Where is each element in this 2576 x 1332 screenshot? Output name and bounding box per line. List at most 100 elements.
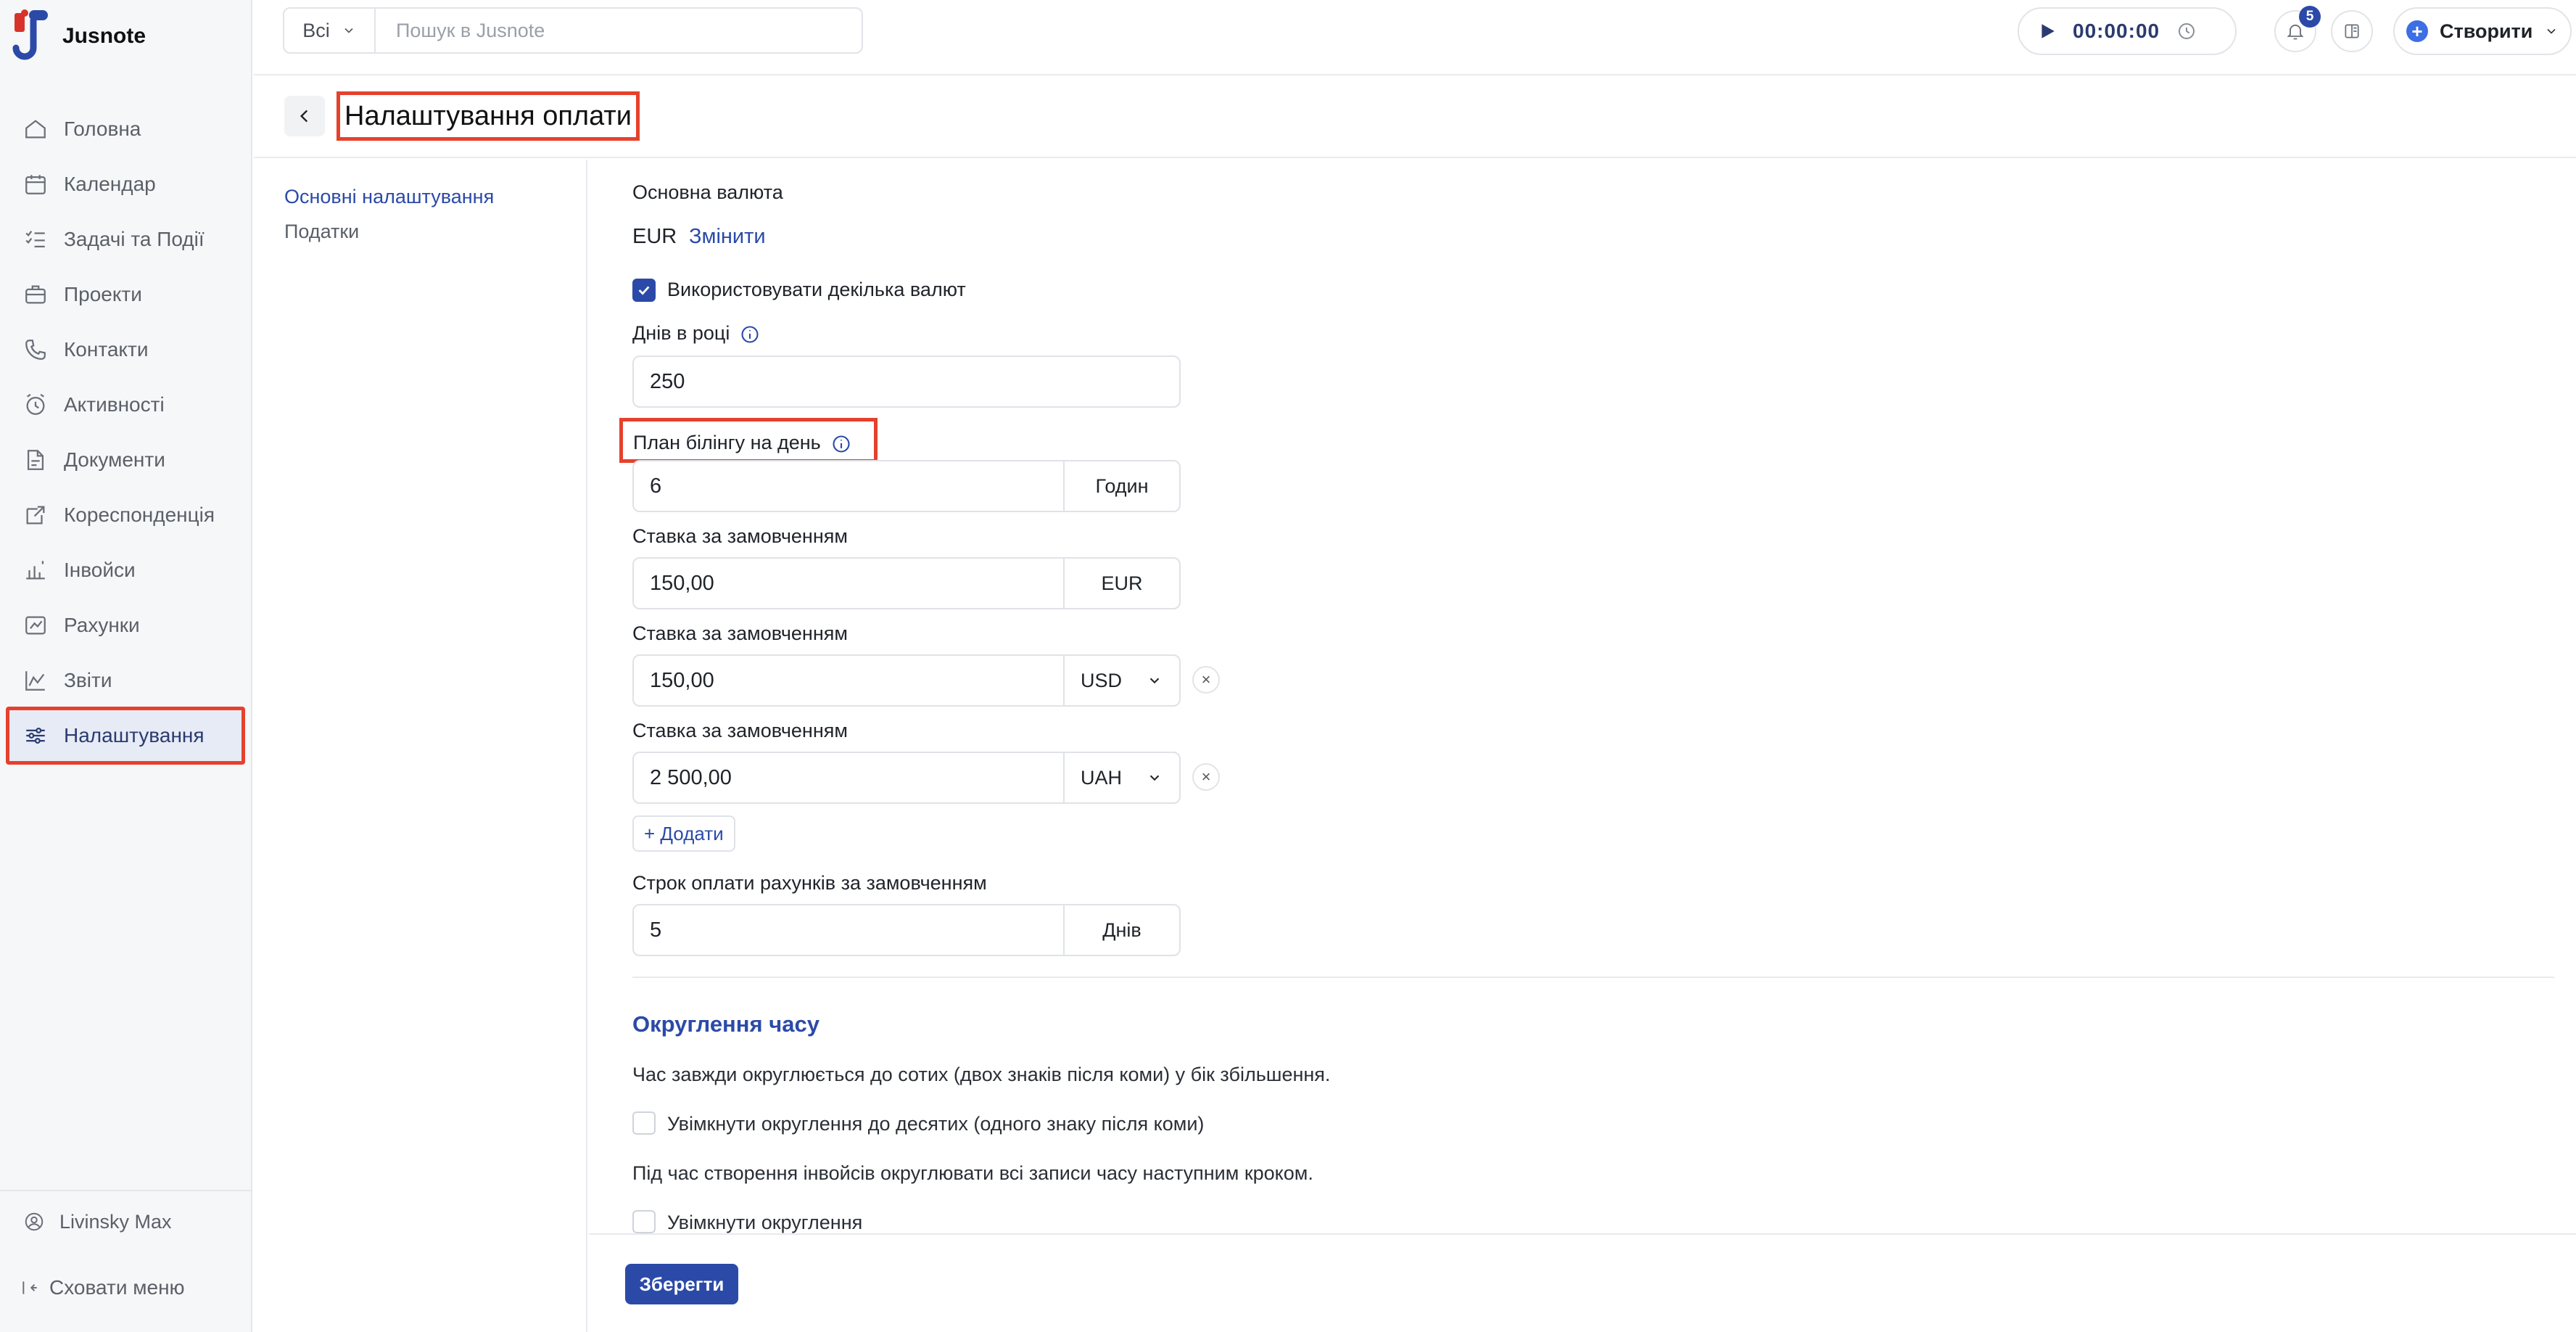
reports-icon bbox=[25, 671, 45, 691]
plus-icon: + bbox=[2406, 20, 2428, 42]
rounding-tenths-label: Увімкнути округлення до десятих (одного … bbox=[667, 1113, 1205, 1135]
rounding-description: Час завжди округлюється до сотих (двох з… bbox=[632, 1064, 1331, 1085]
sliders-icon bbox=[26, 727, 45, 744]
search-bar: Всі bbox=[283, 7, 863, 54]
sidebar-item-label: Документи bbox=[64, 448, 165, 471]
sidebar-item-projects[interactable]: Проекти bbox=[7, 267, 244, 322]
rate-currency: EUR bbox=[1063, 559, 1179, 608]
change-currency-link[interactable]: Змінити bbox=[689, 225, 766, 249]
brand[interactable]: Jusnote bbox=[12, 7, 146, 65]
sidebar-item-invoices[interactable]: Інвойси bbox=[7, 543, 244, 598]
remove-rate-button[interactable]: × bbox=[1192, 763, 1220, 791]
payment-due-unit: Днів bbox=[1063, 905, 1179, 955]
sidebar-item-documents[interactable]: Документи bbox=[7, 432, 244, 488]
sidebar-item-label: Кореспонденція bbox=[64, 503, 215, 526]
days-in-year-value: 250 bbox=[650, 369, 685, 393]
sidebar-item-contacts[interactable]: Контакти bbox=[7, 322, 244, 377]
sidebar-item-activities[interactable]: Активності bbox=[7, 377, 244, 432]
chevron-down-icon bbox=[1149, 678, 1160, 684]
sidebar-item-tasks[interactable]: Задачі та Події bbox=[7, 212, 244, 267]
chevron-down-icon bbox=[2547, 28, 2556, 34]
section-divider bbox=[632, 977, 2554, 978]
sidebar-item-reports[interactable]: Звіти bbox=[7, 653, 244, 708]
save-button[interactable]: Зберегти bbox=[625, 1264, 738, 1304]
subnav-item-taxes[interactable]: Податки bbox=[284, 221, 359, 243]
sidebar-item-correspondence[interactable]: Кореспонденція bbox=[7, 488, 244, 543]
default-rate-label: Ставка за замовченням bbox=[632, 622, 848, 644]
multi-currency-label: Використовувати декілька валют bbox=[667, 279, 966, 300]
sidebar-item-label: Активності bbox=[64, 393, 165, 416]
billing-plan-unit: Годин bbox=[1063, 461, 1179, 511]
rate-currency-select[interactable]: UAH bbox=[1063, 753, 1179, 802]
payment-settings-form: Основна валюта EUR Змінити Використовува… bbox=[589, 160, 2576, 1233]
sidebar-item-label: Календар bbox=[64, 173, 156, 195]
calendar-icon bbox=[25, 175, 46, 194]
user-icon bbox=[25, 1212, 44, 1231]
sidebar-item-label: Головна bbox=[64, 118, 141, 140]
default-rate-input-eur[interactable]: 150,00 EUR bbox=[632, 557, 1181, 609]
hide-menu-label: Сховати меню bbox=[49, 1276, 185, 1299]
create-button[interactable]: + Створити bbox=[2393, 7, 2572, 55]
enable-rounding-checkbox[interactable] bbox=[632, 1210, 656, 1233]
days-in-year-input[interactable]: 250 bbox=[632, 355, 1181, 408]
panel-icon bbox=[2345, 24, 2359, 38]
timer-display: 00:00:00 bbox=[2073, 20, 2160, 42]
close-icon: × bbox=[1201, 670, 1211, 688]
rate-value: 2 500,00 bbox=[650, 765, 732, 789]
form-footer: Зберегти bbox=[589, 1233, 2576, 1332]
user-profile[interactable]: Livinsky Max bbox=[0, 1190, 251, 1252]
history-icon[interactable] bbox=[2176, 20, 2197, 42]
sidebar-item-accounts[interactable]: Рахунки bbox=[7, 598, 244, 653]
sidebar: Jusnote Головна Календар Задачі та Події… bbox=[0, 0, 252, 1332]
sidebar-item-home[interactable]: Головна bbox=[7, 102, 244, 157]
play-icon[interactable] bbox=[2038, 21, 2057, 41]
remove-rate-button[interactable]: × bbox=[1192, 666, 1220, 694]
enable-rounding-label: Увімкнути округлення bbox=[667, 1212, 863, 1233]
search-input[interactable] bbox=[376, 9, 862, 52]
payment-due-input[interactable]: 5 Днів bbox=[632, 904, 1181, 956]
billing-plan-text: План білінгу на день bbox=[633, 432, 821, 453]
panel-toggle-button[interactable] bbox=[2331, 10, 2373, 52]
rate-currency: USD bbox=[1081, 669, 1123, 691]
base-currency-label: Основна валюта bbox=[632, 181, 783, 203]
collapse-icon bbox=[22, 1281, 37, 1294]
search-scope-select[interactable]: Всі bbox=[284, 9, 376, 52]
tasks-icon bbox=[25, 230, 45, 248]
payment-due-label: Строк оплати рахунків за замовченням bbox=[632, 872, 987, 894]
sidebar-item-label: Задачі та Події bbox=[64, 228, 205, 250]
briefcase-icon bbox=[25, 285, 46, 304]
info-icon[interactable] bbox=[831, 434, 851, 454]
check-icon bbox=[638, 286, 650, 295]
chevron-down-icon bbox=[344, 28, 353, 33]
default-rate-input-usd[interactable]: 150,00 USD bbox=[632, 654, 1181, 707]
topbar: Всі 00:00:00 5 + Створити bbox=[254, 0, 2576, 75]
sidebar-item-label: Проекти bbox=[64, 283, 142, 305]
subnav-item-general[interactable]: Основні налаштування bbox=[284, 186, 494, 208]
info-icon[interactable] bbox=[740, 324, 760, 345]
hide-menu-button[interactable]: Сховати меню bbox=[0, 1262, 251, 1313]
back-button[interactable] bbox=[284, 96, 325, 136]
rounding-tenths-checkbox[interactable] bbox=[632, 1111, 656, 1135]
sidebar-item-settings[interactable]: Налаштування bbox=[6, 707, 245, 765]
default-rate-input-uah[interactable]: 2 500,00 UAH bbox=[632, 752, 1181, 804]
contacts-icon bbox=[25, 340, 46, 360]
correspondence-icon bbox=[26, 506, 45, 525]
accounts-icon bbox=[25, 616, 46, 635]
rate-value: 150,00 bbox=[650, 571, 714, 595]
rate-value: 150,00 bbox=[650, 668, 714, 692]
timer-widget: 00:00:00 bbox=[2018, 7, 2237, 55]
multi-currency-checkbox[interactable] bbox=[632, 279, 656, 302]
main-nav: Головна Календар Задачі та Події Проекти… bbox=[0, 102, 251, 765]
sidebar-item-calendar[interactable]: Календар bbox=[7, 157, 244, 212]
days-in-year-label: Днів в році bbox=[632, 322, 760, 345]
notifications-button[interactable]: 5 bbox=[2274, 6, 2321, 52]
billing-plan-input[interactable]: 6 Годин bbox=[632, 460, 1181, 512]
invoices-icon bbox=[26, 561, 45, 580]
payment-due-value: 5 bbox=[650, 918, 662, 942]
home-icon bbox=[25, 120, 46, 139]
rate-currency-select[interactable]: USD bbox=[1063, 656, 1179, 705]
search-scope-label: Всі bbox=[302, 19, 330, 41]
sidebar-item-label: Інвойси bbox=[64, 559, 136, 581]
chevron-left-icon bbox=[300, 110, 308, 123]
add-rate-button[interactable]: + Додати bbox=[632, 815, 735, 852]
